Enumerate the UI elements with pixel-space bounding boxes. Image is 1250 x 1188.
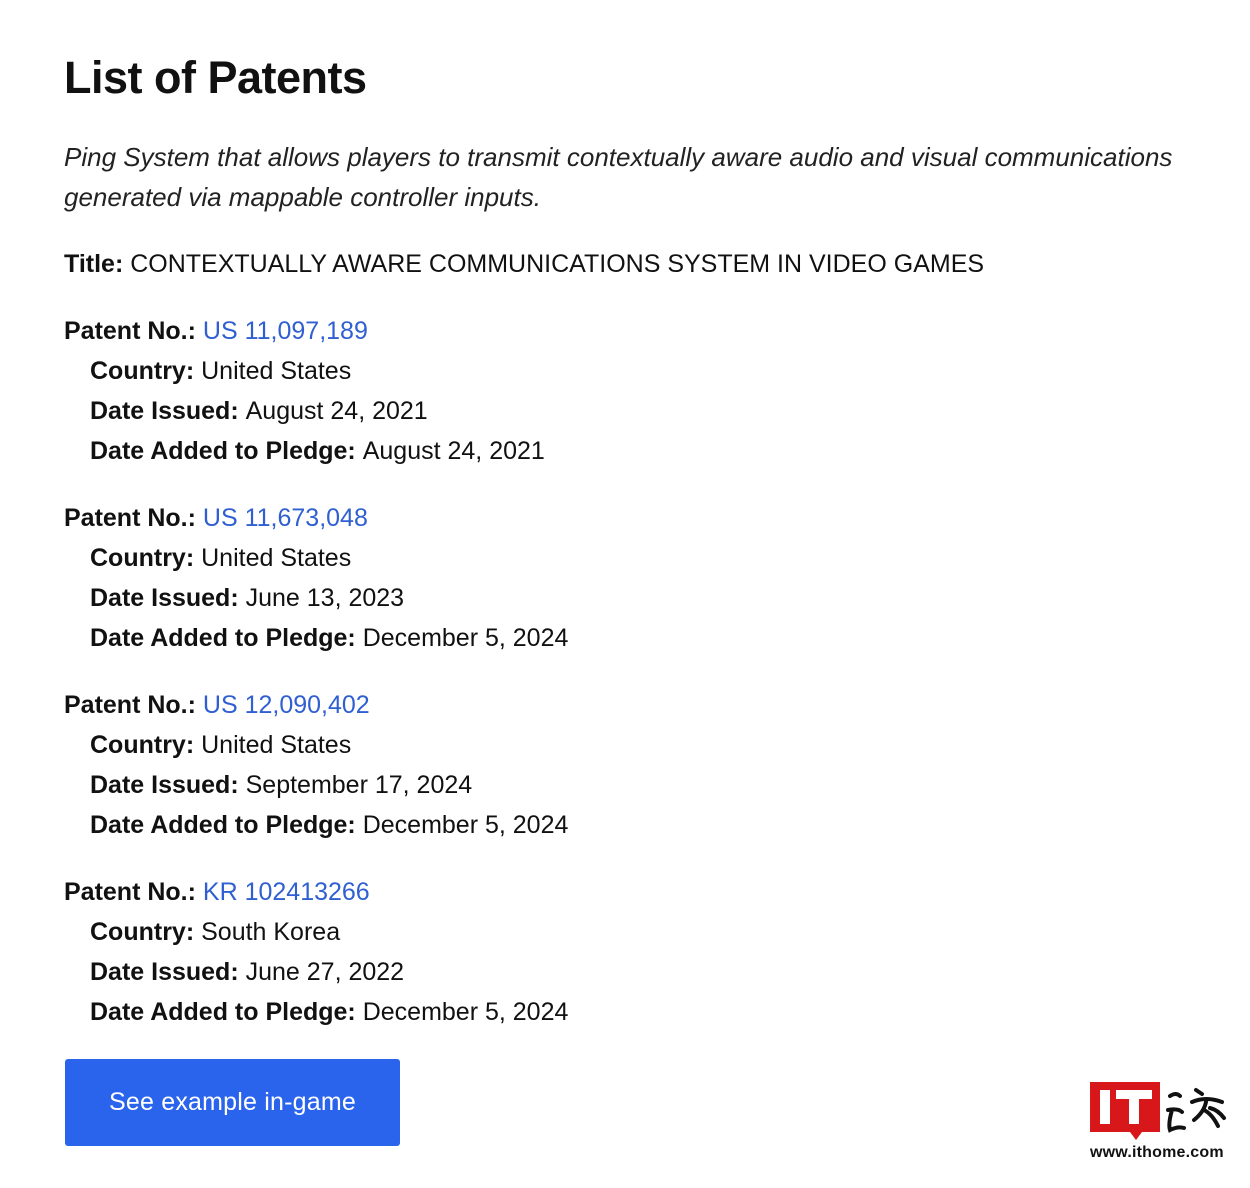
date-added-value: December 5, 2024 [362, 811, 569, 839]
country-value: United States [201, 357, 352, 385]
date-added-label: Date Added to Pledge: [90, 811, 363, 839]
country-label: Country: [90, 544, 202, 572]
date-added-value: August 24, 2021 [362, 437, 545, 465]
country-value: United States [201, 544, 352, 572]
patent-number-row: Patent No.: US 11,673,048 [64, 498, 764, 538]
date-issued-label: Date Issued: [90, 584, 246, 612]
country-label: Country: [90, 918, 202, 946]
patent-number-link[interactable]: KR 102413266 [203, 878, 370, 906]
patent-number-link[interactable]: US 12,090,402 [203, 691, 370, 719]
date-issued-row: Date Issued: August 24, 2021 [64, 391, 764, 431]
patent-number-row: Patent No.: US 11,097,189 [64, 311, 764, 351]
date-added-row: Date Added to Pledge: December 5, 2024 [64, 618, 764, 658]
patent-entry: Patent No.: US 11,673,048 Country: Unite… [64, 498, 764, 658]
patent-number-row: Patent No.: KR 102413266 [64, 872, 764, 912]
country-label: Country: [90, 357, 202, 385]
patent-summary: Ping System that allows players to trans… [64, 142, 1173, 212]
date-added-row: Date Added to Pledge: December 5, 2024 [64, 992, 764, 1032]
date-added-value: December 5, 2024 [362, 998, 569, 1026]
date-issued-row: Date Issued: September 17, 2024 [64, 765, 764, 805]
date-issued-label: Date Issued: [90, 958, 246, 986]
date-issued-row: Date Issued: June 27, 2022 [64, 952, 764, 992]
country-row: Country: United States [64, 351, 764, 391]
see-example-button[interactable]: See example in-game [65, 1059, 400, 1146]
date-issued-value: September 17, 2024 [245, 771, 473, 799]
country-label: Country: [90, 731, 202, 759]
date-issued-value: August 24, 2021 [245, 397, 428, 425]
date-added-row: Date Added to Pledge: August 24, 2021 [64, 431, 764, 471]
ithome-logo [1090, 1082, 1226, 1140]
patent-number-label: Patent No.: [64, 317, 203, 345]
date-issued-value: June 27, 2022 [245, 958, 405, 986]
patent-number-label: Patent No.: [64, 878, 203, 906]
patent-entry: Patent No.: KR 102413266 Country: South … [64, 872, 764, 1032]
date-added-label: Date Added to Pledge: [90, 437, 363, 465]
patent-number-label: Patent No.: [64, 691, 203, 719]
patent-entry: Patent No.: US 12,090,402 Country: Unite… [64, 685, 764, 845]
ithome-watermark: www.ithome.com [1088, 1080, 1238, 1170]
patent-number-row: Patent No.: US 12,090,402 [64, 685, 764, 725]
title-value: CONTEXTUALLY AWARE COMMUNICATIONS SYSTEM… [130, 250, 985, 278]
country-row: Country: South Korea [64, 912, 764, 952]
country-value: South Korea [201, 918, 341, 946]
date-issued-label: Date Issued: [90, 397, 246, 425]
patent-number-link[interactable]: US 11,673,048 [203, 504, 368, 532]
page-title: List of Patents [64, 52, 367, 103]
title-row: Title: CONTEXTUALLY AWARE COMMUNICATIONS… [64, 247, 984, 281]
date-issued-label: Date Issued: [90, 771, 246, 799]
country-value: United States [201, 731, 352, 759]
country-row: Country: United States [64, 725, 764, 765]
date-added-value: December 5, 2024 [362, 624, 569, 652]
date-added-label: Date Added to Pledge: [90, 624, 363, 652]
patent-entry: Patent No.: US 11,097,189 Country: Unite… [64, 311, 764, 471]
date-issued-row: Date Issued: June 13, 2023 [64, 578, 764, 618]
patent-number-link[interactable]: US 11,097,189 [203, 317, 368, 345]
date-issued-value: June 13, 2023 [245, 584, 405, 612]
date-added-label: Date Added to Pledge: [90, 998, 363, 1026]
title-label: Title: [64, 250, 131, 278]
ithome-url: www.ithome.com [1090, 1144, 1224, 1161]
country-row: Country: United States [64, 538, 764, 578]
date-added-row: Date Added to Pledge: December 5, 2024 [64, 805, 764, 845]
patent-number-label: Patent No.: [64, 504, 203, 532]
